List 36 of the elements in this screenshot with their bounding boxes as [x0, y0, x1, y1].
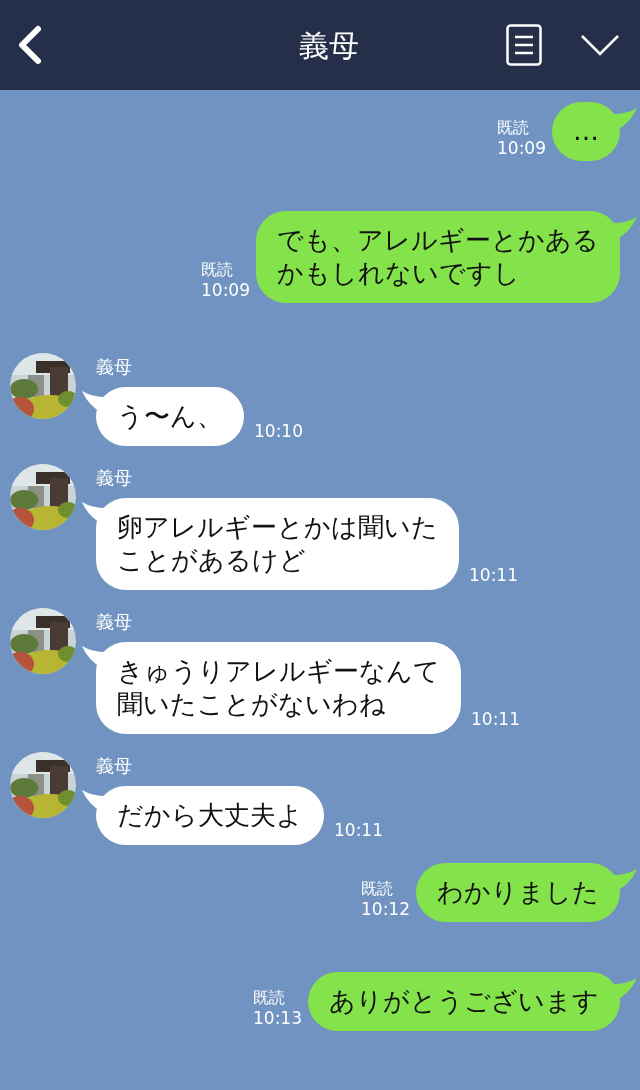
- sender-name: 義母: [96, 610, 133, 634]
- message-bubble: でも、アレルギーとかある かもしれないですし: [256, 211, 620, 303]
- bubble-tail: [613, 869, 637, 891]
- message-bubble: 卵アレルギーとかは聞いた ことがあるけど: [96, 498, 459, 590]
- message-time: 10:11: [471, 707, 520, 731]
- message-time: 10:10: [254, 419, 303, 443]
- bubble-tail: [613, 217, 637, 239]
- chevron-down-icon[interactable]: [580, 34, 620, 56]
- back-icon[interactable]: [16, 25, 42, 65]
- bubble-tail: [82, 502, 106, 524]
- message-bubble: だから大丈夫よ: [96, 786, 324, 845]
- message-bubble: ありがとうございます: [308, 972, 620, 1031]
- sender-name: 義母: [96, 355, 133, 379]
- bubble-tail: [82, 790, 106, 812]
- chat-title: 義母: [299, 26, 359, 65]
- bubble-tail: [82, 391, 106, 413]
- message-time: 10:12: [361, 899, 410, 920]
- read-receipt: 既読: [201, 259, 234, 280]
- message-bubble: う〜ん、: [96, 387, 244, 446]
- read-receipt: 既読: [253, 987, 286, 1008]
- bubble-tail: [613, 108, 637, 130]
- message-bubble: …: [552, 102, 620, 161]
- message-bubble: きゅうりアレルギーなんて 聞いたことがないわね: [96, 642, 461, 734]
- bubble-tail: [613, 978, 637, 1000]
- sender-name: 義母: [96, 754, 133, 778]
- read-receipt: 既読: [361, 878, 394, 899]
- message-time: 10:09: [201, 280, 250, 301]
- message-time: 10:11: [334, 818, 383, 842]
- message-time: 10:09: [497, 138, 546, 159]
- message-time: 10:11: [469, 563, 518, 587]
- message-bubble: わかりました: [416, 863, 620, 922]
- menu-icon[interactable]: [506, 24, 542, 66]
- sender-name: 義母: [96, 466, 133, 490]
- message-time: 10:13: [253, 1008, 302, 1029]
- read-receipt: 既読: [497, 117, 530, 138]
- bubble-tail: [82, 646, 106, 668]
